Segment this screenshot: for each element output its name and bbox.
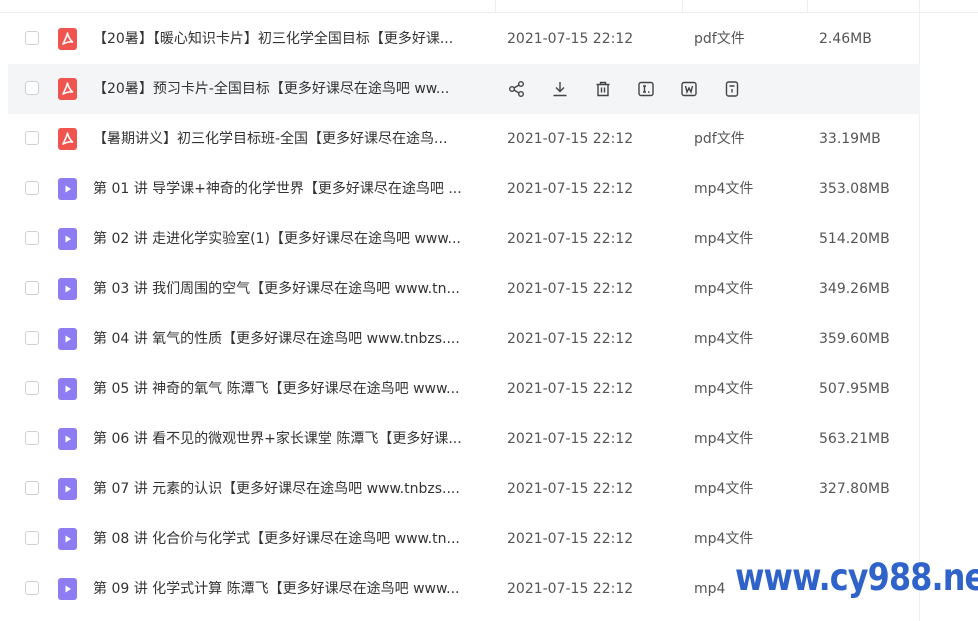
video-file-icon (58, 178, 77, 200)
video-file-icon (58, 428, 77, 450)
file-size: 327.80MB (819, 481, 890, 497)
column-divider (682, 0, 683, 12)
column-divider (495, 0, 496, 12)
file-type: mp4文件 (694, 231, 754, 247)
file-date: 2021-07-15 22:12 (507, 481, 634, 497)
file-row[interactable]: 【20暑】【暖心知识卡片】初三化学全国目标【更多好课... 2021-07-15 … (8, 14, 920, 64)
file-type: mp4文件 (694, 181, 754, 197)
file-name[interactable]: 【暑期讲义】初三化学目标班-全国【更多好课尽在途鸟... (93, 114, 493, 164)
file-date: 2021-07-15 22:12 (507, 131, 634, 147)
file-date: 2021-07-15 22:12 (507, 281, 634, 297)
file-type: mp4文件 (694, 281, 754, 297)
video-file-icon (58, 578, 77, 600)
file-name[interactable]: 第 09 讲 化学式计算 陈潭飞【更多好课尽在途鸟吧 www... (93, 564, 493, 614)
row-checkbox[interactable] (25, 81, 39, 95)
row-checkbox[interactable] (25, 331, 39, 345)
file-size: 353.08MB (819, 181, 890, 197)
pdf-file-icon (58, 128, 77, 150)
file-date: 2021-07-15 22:12 (507, 381, 634, 397)
row-action-bar (506, 78, 764, 100)
column-header-strip (0, 0, 978, 13)
row-checkbox[interactable] (25, 281, 39, 295)
file-row[interactable]: 第 01 讲 导学课+神奇的化学世界【更多好课尽在途鸟吧 ... 2021-07-… (8, 164, 920, 214)
column-divider (919, 0, 920, 12)
row-checkbox[interactable] (25, 431, 39, 445)
video-file-icon (58, 378, 77, 400)
file-size: 359.60MB (819, 331, 890, 347)
file-date: 2021-07-15 22:12 (507, 331, 634, 347)
file-date: 2021-07-15 22:12 (507, 231, 634, 247)
file-list: 【20暑】【暖心知识卡片】初三化学全国目标【更多好课... 2021-07-15 … (8, 14, 920, 614)
detail-icon[interactable] (721, 78, 743, 100)
pdf-file-icon (58, 28, 77, 50)
file-type: pdf文件 (694, 131, 745, 147)
share-icon[interactable] (506, 78, 528, 100)
file-name[interactable]: 第 07 讲 元素的认识【更多好课尽在途鸟吧 www.tnbzs.... (93, 464, 493, 514)
file-size: 349.26MB (819, 281, 890, 297)
file-row[interactable]: 第 06 讲 看不见的微观世界+家长课堂 陈潭飞【更多好课... 2021-07-… (8, 414, 920, 464)
row-checkbox[interactable] (25, 231, 39, 245)
row-checkbox[interactable] (25, 531, 39, 545)
file-type: pdf文件 (694, 31, 745, 47)
video-file-icon (58, 478, 77, 500)
column-divider (807, 0, 808, 12)
file-name[interactable]: 第 08 讲 化合价与化学式【更多好课尽在途鸟吧 www.tn... (93, 514, 493, 564)
file-type: mp4文件 (694, 331, 754, 347)
file-name[interactable]: 第 01 讲 导学课+神奇的化学世界【更多好课尽在途鸟吧 ... (93, 164, 493, 214)
file-row[interactable]: 第 04 讲 氧气的性质【更多好课尽在途鸟吧 www.tnbzs.... 2021… (8, 314, 920, 364)
file-date: 2021-07-15 22:12 (507, 581, 634, 597)
file-name[interactable]: 第 04 讲 氧气的性质【更多好课尽在途鸟吧 www.tnbzs.... (93, 314, 493, 364)
file-size: 507.95MB (819, 381, 890, 397)
file-date: 2021-07-15 22:12 (507, 531, 634, 547)
video-file-icon (58, 328, 77, 350)
file-size: 514.20MB (819, 231, 890, 247)
file-type: mp4文件 (694, 431, 754, 447)
file-type: mp4 (694, 581, 726, 597)
file-date: 2021-07-15 22:12 (507, 431, 634, 447)
file-row[interactable]: 第 07 讲 元素的认识【更多好课尽在途鸟吧 www.tnbzs.... 2021… (8, 464, 920, 514)
delete-icon[interactable] (592, 78, 614, 100)
video-file-icon (58, 278, 77, 300)
file-row[interactable]: 第 03 讲 我们周围的空气【更多好课尽在途鸟吧 www.tn... 2021-0… (8, 264, 920, 314)
video-file-icon (58, 228, 77, 250)
row-checkbox[interactable] (25, 31, 39, 45)
row-checkbox[interactable] (25, 181, 39, 195)
file-date: 2021-07-15 22:12 (507, 181, 634, 197)
file-row[interactable]: 【20暑】预习卡片-全国目标【更多好课尽在途鸟吧 ww... (8, 64, 920, 114)
file-row[interactable]: 【暑期讲义】初三化学目标班-全国【更多好课尽在途鸟... 2021-07-15 2… (8, 114, 920, 164)
row-checkbox[interactable] (25, 381, 39, 395)
move-icon[interactable] (678, 78, 700, 100)
file-size: 563.21MB (819, 431, 890, 447)
download-icon[interactable] (549, 78, 571, 100)
row-checkbox[interactable] (25, 131, 39, 145)
file-name[interactable]: 【20暑】【暖心知识卡片】初三化学全国目标【更多好课... (93, 14, 493, 64)
file-name[interactable]: 第 02 讲 走进化学实验室(1)【更多好课尽在途鸟吧 www... (93, 214, 493, 264)
file-type: mp4文件 (694, 481, 754, 497)
file-type: mp4文件 (694, 381, 754, 397)
file-row[interactable]: 第 05 讲 神奇的氧气 陈潭飞【更多好课尽在途鸟吧 www... 2021-07… (8, 364, 920, 414)
file-date: 2021-07-15 22:12 (507, 31, 634, 47)
file-size: 33.19MB (819, 131, 881, 147)
rename-icon[interactable] (635, 78, 657, 100)
video-file-icon (58, 528, 77, 550)
file-name[interactable]: 第 03 讲 我们周围的空气【更多好课尽在途鸟吧 www.tn... (93, 264, 493, 314)
row-checkbox[interactable] (25, 481, 39, 495)
pdf-file-icon (58, 78, 77, 100)
file-name[interactable]: 第 05 讲 神奇的氧气 陈潭飞【更多好课尽在途鸟吧 www... (93, 364, 493, 414)
file-name[interactable]: 第 06 讲 看不见的微观世界+家长课堂 陈潭飞【更多好课... (93, 414, 493, 464)
row-checkbox[interactable] (25, 581, 39, 595)
file-name[interactable]: 【20暑】预习卡片-全国目标【更多好课尽在途鸟吧 ww... (93, 64, 493, 114)
watermark-text: www.cy988.net (735, 556, 978, 599)
file-size: 2.46MB (819, 31, 872, 47)
file-row[interactable]: 第 02 讲 走进化学实验室(1)【更多好课尽在途鸟吧 www... 2021-0… (8, 214, 920, 264)
